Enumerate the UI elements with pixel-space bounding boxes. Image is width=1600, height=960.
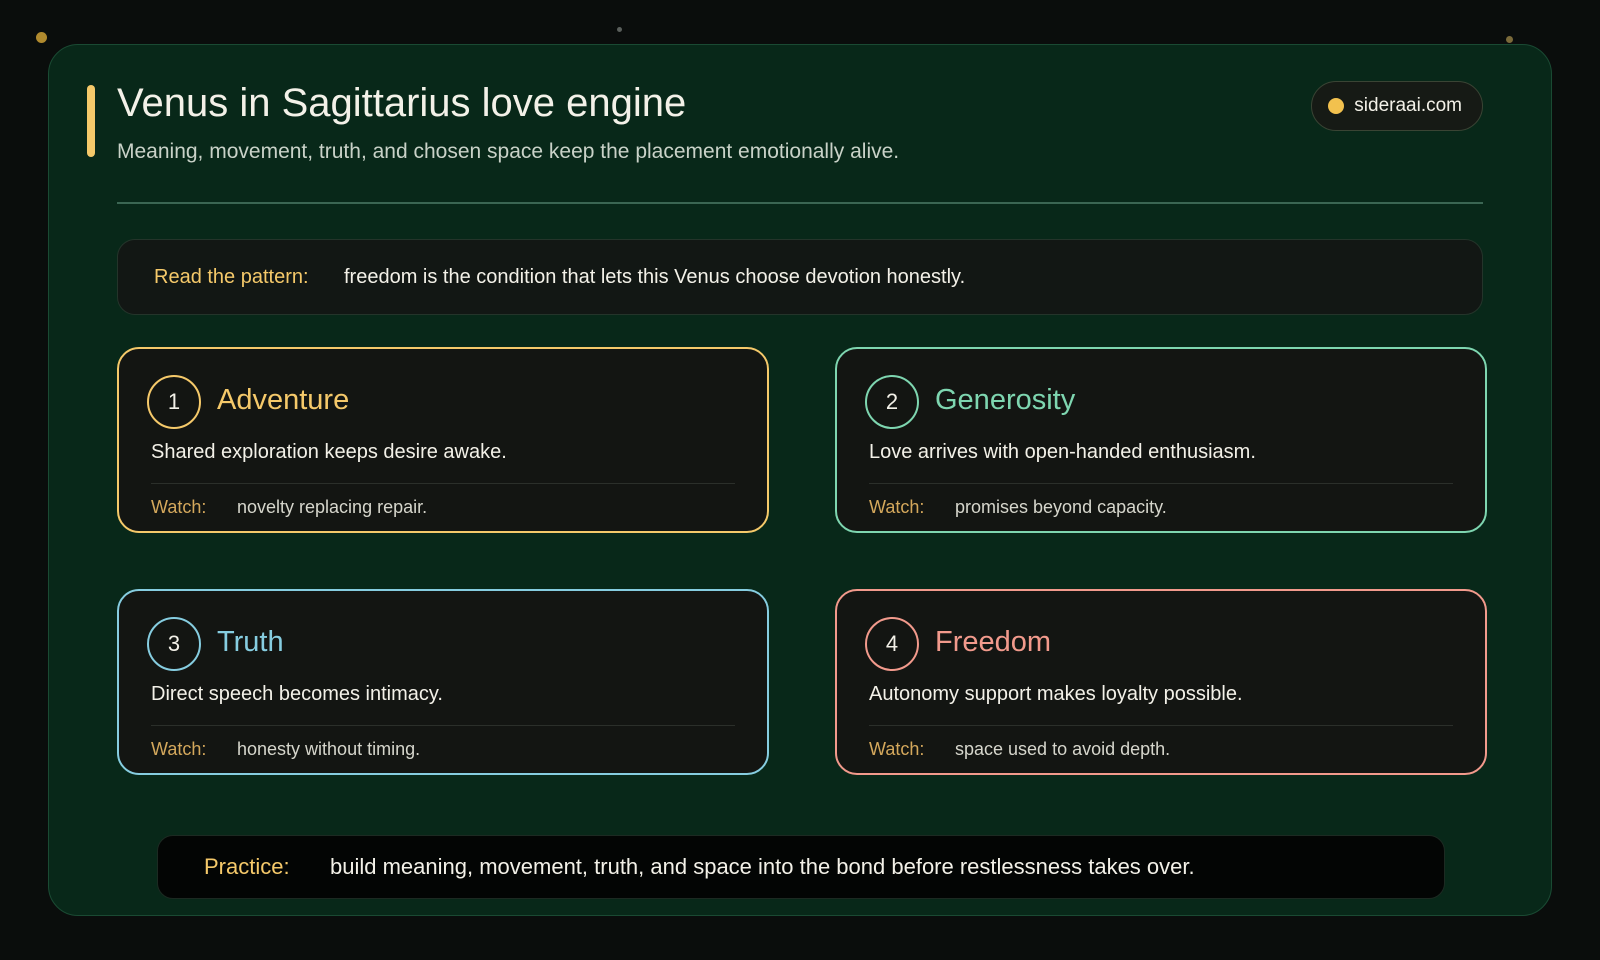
pattern-text: freedom is the condition that lets this … bbox=[344, 265, 966, 288]
card-freedom: 4 Freedom Autonomy support makes loyalty… bbox=[835, 589, 1487, 775]
site-badge[interactable]: sideraai.com bbox=[1311, 81, 1483, 131]
header-divider bbox=[117, 202, 1483, 204]
site-label: sideraai.com bbox=[1354, 95, 1462, 116]
card-watch-text: honesty without timing. bbox=[237, 739, 421, 759]
page-title: Venus in Sagittarius love engine bbox=[117, 81, 687, 125]
card-truth: 3 Truth Direct speech becomes intimacy. … bbox=[117, 589, 769, 775]
canvas: Venus in Sagittarius love engine Meaning… bbox=[0, 0, 1600, 960]
card-number-badge: 4 bbox=[865, 617, 919, 671]
card-watch-text: promises beyond capacity. bbox=[955, 497, 1167, 517]
practice-label: Practice: bbox=[204, 854, 290, 879]
card-title: Freedom bbox=[935, 626, 1052, 658]
title-accent-bar bbox=[87, 85, 95, 157]
card-generosity: 2 Generosity Love arrives with open-hand… bbox=[835, 347, 1487, 533]
card-title: Truth bbox=[217, 626, 284, 658]
card-watch-label: Watch: bbox=[151, 739, 207, 759]
infographic-panel: Venus in Sagittarius love engine Meaning… bbox=[48, 44, 1552, 916]
card-watch-label: Watch: bbox=[869, 739, 925, 759]
pattern-callout: Read the pattern: freedom is the conditi… bbox=[117, 239, 1483, 315]
dot-icon bbox=[1328, 98, 1345, 114]
card-description: Direct speech becomes intimacy. bbox=[151, 683, 443, 705]
card-title: Adventure bbox=[217, 384, 350, 416]
card-title: Generosity bbox=[935, 384, 1076, 416]
card-adventure: 1 Adventure Shared exploration keeps des… bbox=[117, 347, 769, 533]
card-description: Autonomy support makes loyalty possible. bbox=[869, 683, 1243, 705]
card-divider bbox=[869, 483, 1453, 484]
card-description: Shared exploration keeps desire awake. bbox=[151, 441, 507, 463]
pattern-label: Read the pattern: bbox=[154, 265, 309, 288]
card-description: Love arrives with open-handed enthusiasm… bbox=[869, 441, 1256, 463]
star-decoration bbox=[617, 27, 622, 32]
card-watch-label: Watch: bbox=[869, 497, 925, 517]
card-watch-text: novelty replacing repair. bbox=[237, 497, 428, 517]
card-divider bbox=[151, 725, 735, 726]
card-watch-text: space used to avoid depth. bbox=[955, 739, 1171, 759]
card-number-badge: 3 bbox=[147, 617, 201, 671]
card-divider bbox=[151, 483, 735, 484]
card-number-badge: 1 bbox=[147, 375, 201, 429]
practice-text: build meaning, movement, truth, and spac… bbox=[330, 854, 1195, 879]
card-divider bbox=[869, 725, 1453, 726]
card-watch-label: Watch: bbox=[151, 497, 207, 517]
star-decoration bbox=[1506, 36, 1513, 43]
star-decoration bbox=[36, 32, 47, 43]
practice-callout: Practice: build meaning, movement, truth… bbox=[157, 835, 1445, 899]
card-number-badge: 2 bbox=[865, 375, 919, 429]
page-subtitle: Meaning, movement, truth, and chosen spa… bbox=[117, 140, 900, 163]
